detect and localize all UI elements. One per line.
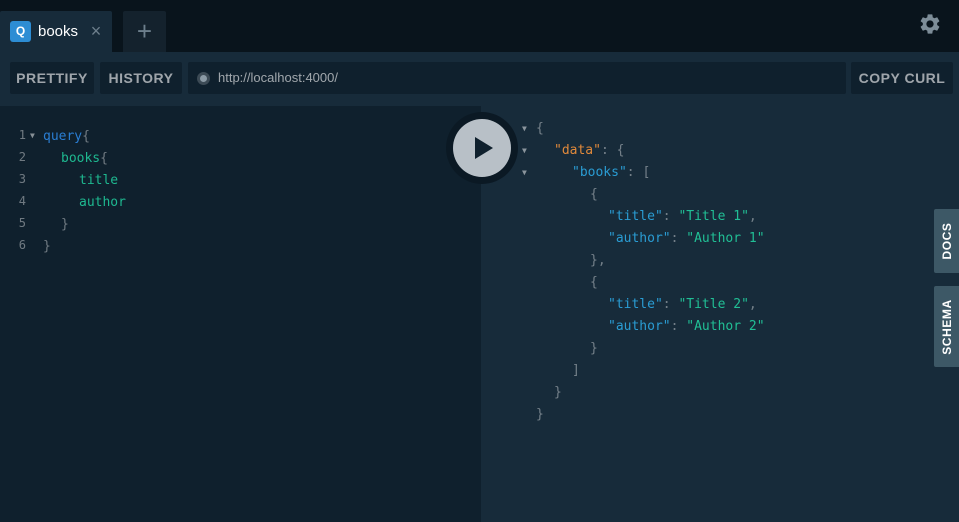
endpoint-url-bar (188, 62, 846, 94)
code-line: { (590, 187, 598, 202)
line-number: 5 (18, 216, 26, 230)
brace: { (100, 151, 108, 166)
title-value: "Title 1" (678, 209, 749, 224)
code-line: } (61, 214, 69, 236)
close-icon[interactable]: × (89, 21, 103, 41)
author-value: "Author 1" (686, 231, 765, 246)
brace: } (43, 239, 51, 254)
code-line: "author": "Author 1" (608, 231, 765, 246)
gear-icon[interactable] (918, 12, 942, 36)
code-line: title (79, 170, 118, 192)
query-editor[interactable]: 1 2 3 4 5 6 ▼ query{ books{ title author… (0, 106, 481, 522)
copy-curl-button[interactable]: COPY CURL (851, 62, 953, 94)
code-line: books{ (61, 148, 108, 170)
code-line: } (590, 341, 598, 356)
code-line: "books": [ (572, 165, 651, 180)
brace: { (536, 121, 544, 136)
new-tab-button[interactable]: + (123, 11, 166, 52)
field-name: books (61, 151, 101, 166)
tab-bar: Q books × + (0, 0, 959, 52)
line-number: 4 (18, 194, 26, 208)
line-number: 6 (18, 238, 26, 252)
brace: } (61, 217, 69, 232)
fold-arrow-icon[interactable]: ▼ (522, 162, 527, 184)
field-name: author (79, 195, 126, 210)
title-key: "title" (608, 209, 663, 224)
code-line: query{ (43, 126, 90, 148)
query-badge-icon: Q (10, 21, 31, 42)
history-button[interactable]: HISTORY (100, 62, 182, 94)
fold-arrow-icon[interactable]: ▼ (30, 125, 35, 147)
title-key: "title" (608, 297, 663, 312)
schema-side-tab[interactable]: SCHEMA (934, 286, 959, 367)
endpoint-url-input[interactable] (218, 62, 818, 94)
books-key: "books" (572, 165, 627, 180)
query-keyword: query (43, 129, 83, 144)
line-number: 2 (18, 150, 26, 164)
code-line: "title": "Title 2", (608, 297, 757, 312)
line-number: 1 (18, 128, 26, 142)
line-number: 3 (18, 172, 26, 186)
fold-arrow-icon[interactable]: ▼ (522, 118, 527, 140)
toolbar: PRETTIFY HISTORY COPY CURL (0, 52, 959, 106)
brace: { (82, 129, 90, 144)
code-line: } (536, 407, 544, 422)
url-status-icon (197, 72, 210, 85)
docs-label: DOCS (939, 222, 954, 260)
author-key: "author" (608, 319, 671, 334)
code-line: } (554, 385, 562, 400)
code-line: ] (572, 363, 580, 378)
title-value: "Title 2" (678, 297, 749, 312)
code-line: { (590, 275, 598, 290)
prettify-button[interactable]: PRETTIFY (10, 62, 94, 94)
author-value: "Author 2" (686, 319, 765, 334)
result-viewer: ▼ ▼ ▼ { "data": { "books": [ { "title": … (481, 106, 959, 522)
data-key: "data" (554, 143, 601, 158)
code-line: { (536, 118, 544, 140)
field-name: title (79, 173, 119, 188)
play-icon (475, 137, 493, 159)
code-line: "author": "Author 2" (608, 319, 765, 334)
run-query-button[interactable] (453, 119, 511, 177)
tab-title: books (38, 23, 79, 40)
code-line: "title": "Title 1", (608, 209, 757, 224)
code-line: author (79, 192, 126, 214)
author-key: "author" (608, 231, 671, 246)
code-line: } (43, 236, 51, 258)
docs-side-tab[interactable]: DOCS (934, 209, 959, 273)
code-line: "data": { (554, 143, 625, 158)
schema-label: SCHEMA (939, 298, 954, 355)
code-line: }, (590, 253, 606, 268)
tab-books[interactable]: Q books × (0, 11, 112, 52)
fold-arrow-icon[interactable]: ▼ (522, 140, 527, 162)
